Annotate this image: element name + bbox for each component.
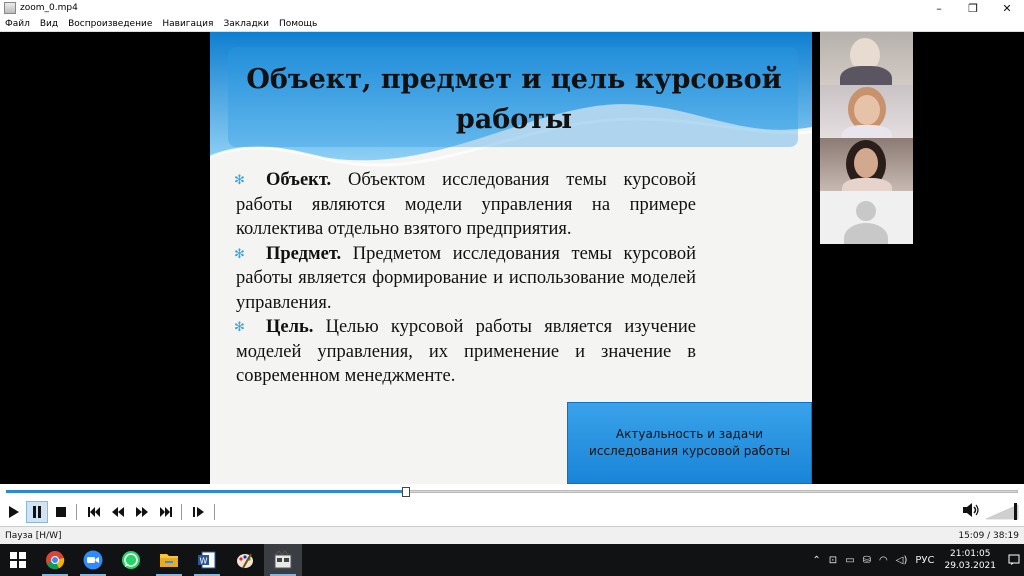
notification-icon — [1008, 554, 1020, 565]
window-titlebar: zoom_0.mp4 – ❐ ✕ — [0, 0, 1024, 16]
whatsapp-icon — [122, 551, 140, 569]
menu-view[interactable]: Вид — [35, 19, 63, 29]
rewind-button[interactable] — [107, 501, 129, 523]
volume-button[interactable] — [962, 502, 980, 522]
chrome-icon — [46, 551, 65, 570]
word-icon: W — [198, 551, 216, 569]
taskbar-clock[interactable]: 21:01:05 29.03.2021 — [944, 548, 996, 572]
minimize-button[interactable]: – — [922, 0, 956, 16]
menu-file[interactable]: Файл — [0, 19, 35, 29]
usb-icon[interactable]: ⛁ — [863, 555, 871, 566]
bullet-goal: ✻ Цель. Целью курсовой работы является из… — [234, 315, 696, 389]
play-icon — [8, 506, 19, 518]
participant-video-1 — [820, 32, 913, 85]
bullet-star-icon: ✻ — [234, 245, 245, 261]
forward-button[interactable] — [131, 501, 153, 523]
windows-taskbar: W ⌃ ⊡ ▭ ⛁ ◠ ◁) РУС 21:01:05 29.03.2021 — [0, 544, 1024, 576]
taskbar-word[interactable]: W — [188, 544, 226, 576]
controls-divider — [214, 504, 215, 520]
bullet-term: Цель. — [266, 317, 314, 337]
maximize-button[interactable]: ❐ — [956, 0, 990, 16]
taskbar-chrome[interactable] — [36, 544, 74, 576]
participant-video-3 — [820, 138, 913, 191]
avatar-icon — [856, 201, 876, 221]
playback-controls — [0, 498, 1024, 526]
bullet-term: Предмет. — [266, 243, 342, 264]
slide-bullets: ✻ Объект. Объектом исследования темы курс… — [234, 168, 696, 389]
participant-avatar-placeholder — [820, 191, 913, 244]
wifi-icon[interactable]: ◠ — [879, 555, 888, 566]
menu-navigation[interactable]: Навигация — [157, 19, 218, 29]
pause-button[interactable] — [26, 501, 48, 523]
taskbar-paint[interactable] — [226, 544, 264, 576]
file-explorer-icon — [160, 554, 178, 567]
next-button[interactable] — [155, 501, 177, 523]
bullet-subject: ✻ Предмет. Предметом исследования темы ку… — [234, 242, 696, 316]
seek-bar[interactable] — [0, 484, 1024, 498]
paint-icon — [237, 553, 253, 569]
bullet-star-icon: ✻ — [234, 172, 245, 187]
presentation-slide: Объект, предмет и цель курсовой работы ✻… — [210, 32, 812, 484]
speaker-icon — [963, 503, 979, 517]
taskbar-zoom[interactable] — [74, 544, 112, 576]
fast-forward-icon — [136, 507, 148, 517]
slide-title: Объект, предмет и цель курсовой работы — [228, 60, 800, 140]
svg-text:W: W — [200, 557, 208, 566]
bullet-star-icon: ✻ — [234, 319, 245, 334]
slide-title-line-2: работы — [455, 104, 573, 135]
controls-divider — [181, 504, 182, 520]
seek-handle[interactable] — [401, 487, 410, 497]
media-player-icon — [274, 550, 292, 569]
stop-icon — [56, 507, 66, 517]
playback-time: 15:09 / 38:19 — [958, 530, 1019, 541]
menu-help[interactable]: Помощь — [274, 19, 322, 29]
rewind-icon — [112, 507, 124, 517]
zoom-icon — [83, 550, 103, 570]
clock-date: 29.03.2021 — [944, 561, 996, 571]
video-area[interactable]: Объект, предмет и цель курсовой работы ✻… — [0, 32, 1024, 484]
windows-logo-icon — [10, 552, 26, 568]
bullet-object: ✻ Объект. Объектом исследования темы курс… — [234, 168, 696, 242]
playback-status: Пауза [H/W] — [5, 530, 62, 541]
play-button[interactable] — [2, 501, 24, 523]
chevron-up-icon[interactable]: ⌃ — [812, 555, 820, 566]
start-button[interactable] — [0, 544, 36, 576]
status-bar: Пауза [H/W] 15:09 / 38:19 — [0, 526, 1024, 544]
controls-divider — [76, 504, 77, 520]
media-player-app-icon — [4, 2, 16, 14]
notifications-button[interactable] — [1004, 544, 1024, 576]
volume-tray-icon[interactable]: ◁) — [896, 555, 908, 566]
frame-step-icon — [193, 507, 204, 517]
bullet-term: Объект. — [266, 170, 332, 190]
menu-playback[interactable]: Воспроизведение — [63, 19, 157, 29]
clock-time: 21:01:05 — [950, 549, 991, 559]
slide-title-line-1: Объект, предмет и цель курсовой — [246, 64, 782, 95]
window-title: zoom_0.mp4 — [20, 3, 78, 13]
seek-progress-fill — [6, 490, 406, 493]
volume-slider[interactable] — [984, 501, 1020, 521]
participant-video-2 — [820, 85, 913, 138]
taskbar-media-player[interactable] — [264, 544, 302, 576]
pause-icon — [33, 506, 41, 518]
network-warning-icon[interactable]: ⊡ — [829, 555, 837, 566]
menu-bookmarks[interactable]: Закладки — [218, 19, 274, 29]
taskbar-file-explorer[interactable] — [150, 544, 188, 576]
skip-previous-icon — [88, 507, 100, 517]
system-tray: ⌃ ⊡ ▭ ⛁ ◠ ◁) РУС 21:01:05 29.03.2021 — [808, 544, 1024, 576]
taskbar-whatsapp[interactable] — [112, 544, 150, 576]
close-button[interactable]: ✕ — [990, 0, 1024, 16]
menu-bar: Файл Вид Воспроизведение Навигация Закла… — [0, 16, 1024, 32]
slide-link-box: Актуальность и задачи исследования курсо… — [567, 402, 812, 484]
battery-icon[interactable]: ▭ — [845, 555, 854, 566]
previous-button[interactable] — [83, 501, 105, 523]
frame-step-button[interactable] — [188, 501, 210, 523]
skip-next-icon — [160, 507, 172, 517]
stop-button[interactable] — [50, 501, 72, 523]
language-indicator[interactable]: РУС — [915, 555, 934, 566]
